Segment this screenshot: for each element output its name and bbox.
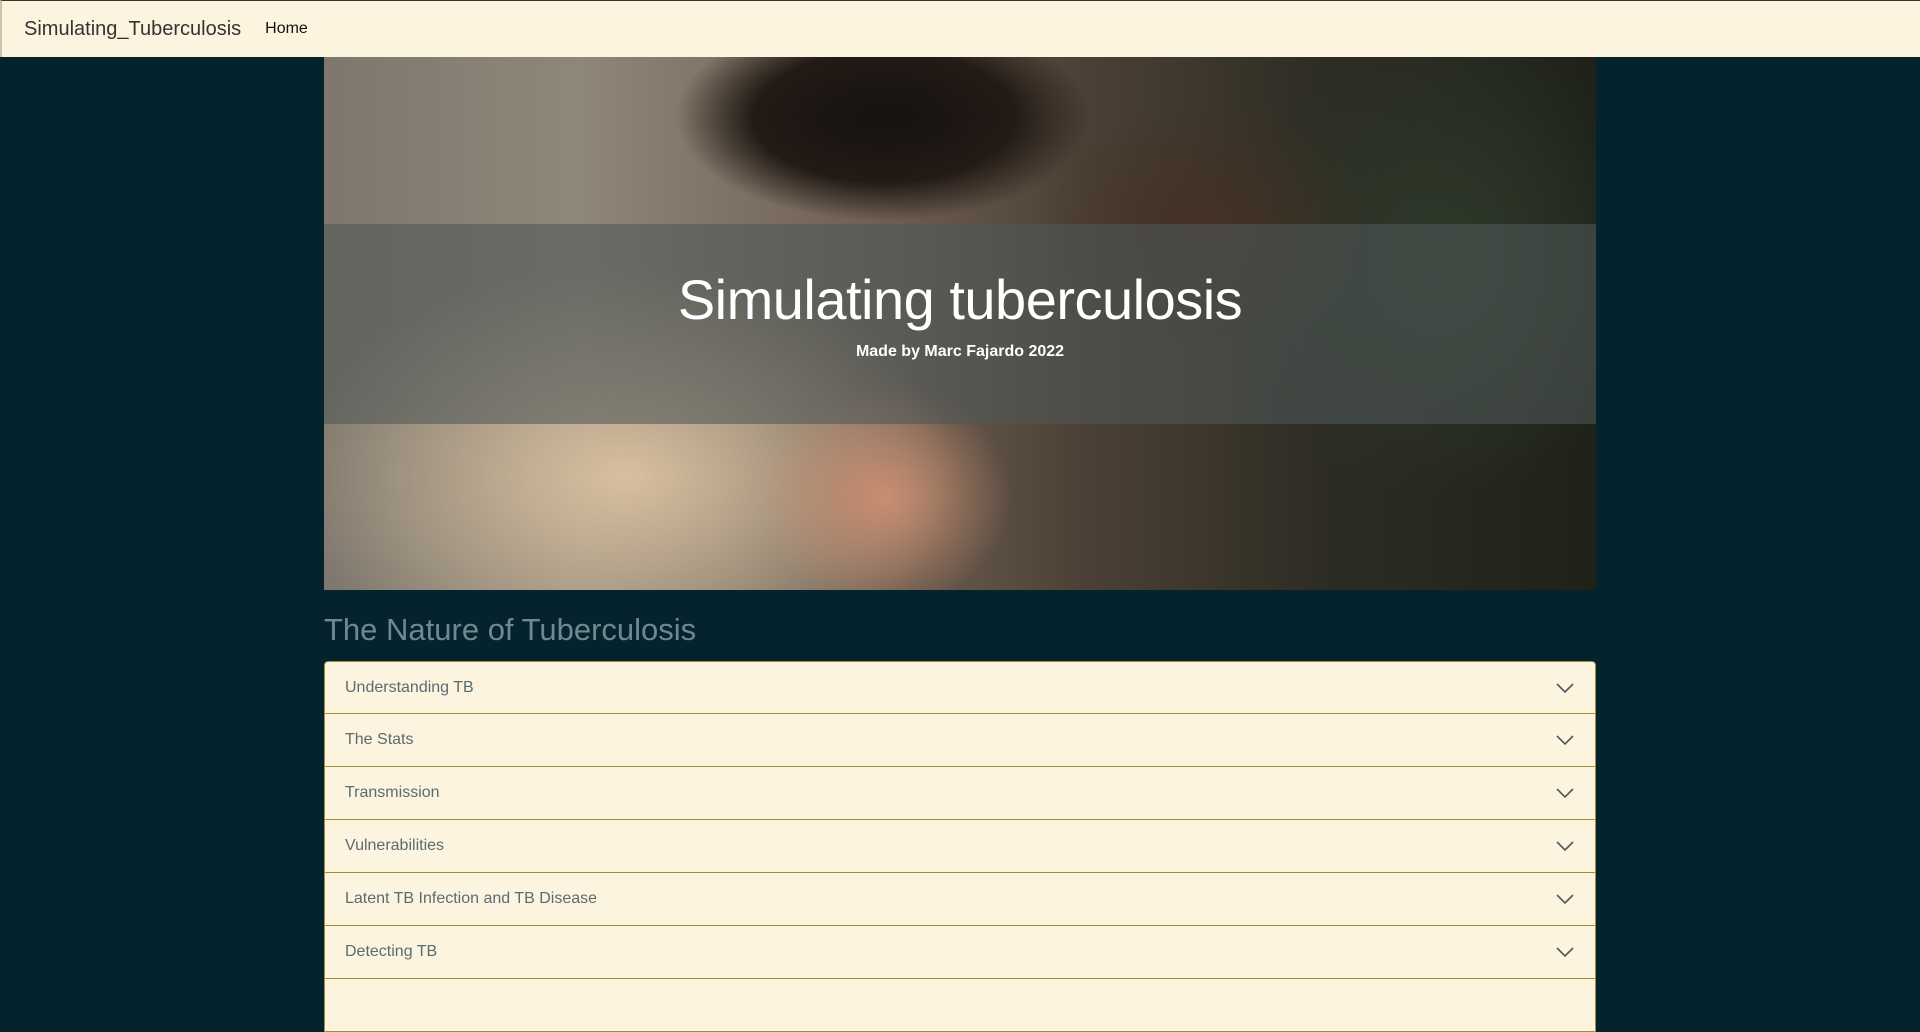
chevron-down-icon	[1556, 682, 1574, 693]
chevron-down-icon	[1556, 841, 1574, 852]
chevron-down-icon	[1556, 735, 1574, 746]
accordion-item-detecting-tb[interactable]: Detecting TB	[324, 926, 1596, 979]
accordion-item-label: The Stats	[345, 731, 414, 748]
chevron-down-icon	[1556, 894, 1574, 905]
chevron-down-icon	[1556, 788, 1574, 799]
section-title: The Nature of Tuberculosis	[324, 612, 697, 647]
accordion-item-vulnerabilities[interactable]: Vulnerabilities	[324, 820, 1596, 873]
chevron-down-icon	[1556, 947, 1574, 958]
accordion-item-understanding-tb[interactable]: Understanding TB	[324, 661, 1596, 714]
accordion-item-label: Transmission	[345, 784, 440, 801]
hero-title: Simulating tuberculosis	[677, 268, 1243, 331]
accordion-item-label: Latent TB Infection and TB Disease	[345, 890, 598, 907]
hero-subtitle: Made by Marc Fajardo 2022	[855, 343, 1065, 360]
accordion-item-the-stats[interactable]: The Stats	[324, 714, 1596, 767]
accordion-item-latent-tb[interactable]: Latent TB Infection and TB Disease	[324, 873, 1596, 926]
accordion-item-label: Detecting TB	[345, 943, 438, 960]
accordion: Understanding TB The Stats Transmission …	[324, 661, 1596, 1032]
navbar: Simulating_Tuberculosis Home	[0, 0, 1920, 57]
accordion-item-partial[interactable]	[324, 979, 1596, 1032]
navbar-brand[interactable]: Simulating_Tuberculosis	[24, 18, 241, 41]
accordion-item-label: Understanding TB	[345, 678, 474, 696]
accordion-item-label: Vulnerabilities	[345, 837, 445, 854]
nav-link-home[interactable]: Home	[265, 20, 308, 38]
accordion-item-transmission[interactable]: Transmission	[324, 767, 1596, 820]
hero-banner: Simulating tuberculosis Made by Marc Faj…	[324, 57, 1596, 590]
